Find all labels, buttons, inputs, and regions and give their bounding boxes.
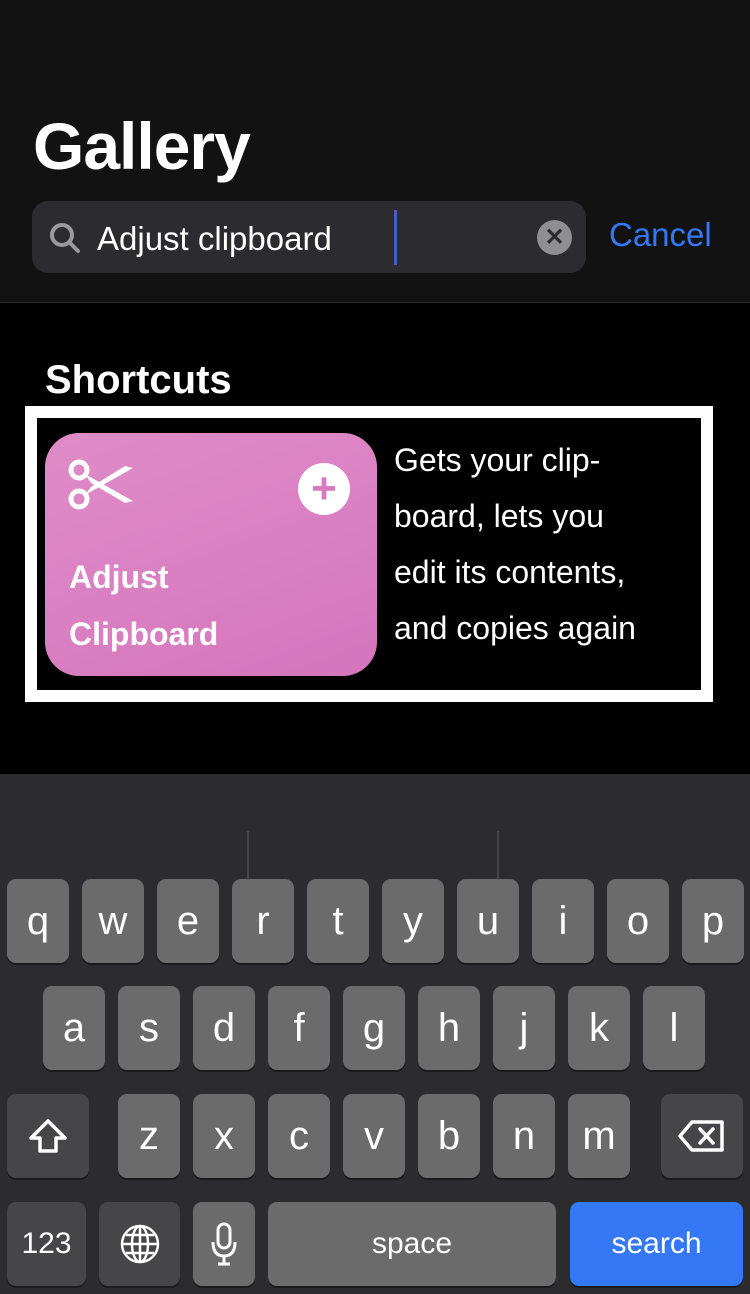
key-v[interactable]: v [343, 1094, 405, 1178]
shortcut-description: Gets your clip- board, lets you edit its… [394, 432, 694, 656]
shift-key[interactable] [7, 1094, 89, 1178]
shortcut-title: Adjust Clipboard [69, 549, 218, 663]
keyboard: 123 space search qwertyuiop asdfghjkl zxcv… [0, 774, 750, 1294]
delete-key[interactable] [661, 1094, 743, 1178]
key-b[interactable]: b [418, 1094, 480, 1178]
plus-icon[interactable]: + [298, 463, 350, 515]
key-d[interactable]: d [193, 986, 255, 1070]
key-z[interactable]: z [118, 1094, 180, 1178]
search-value[interactable]: Adjust clipboard [97, 220, 332, 258]
numbers-key[interactable]: 123 [7, 1202, 86, 1286]
clear-icon[interactable]: ✕ [537, 220, 572, 255]
microphone-icon [211, 1222, 237, 1266]
key-r[interactable]: r [232, 879, 294, 963]
key-e[interactable]: e [157, 879, 219, 963]
shortcut-title-line: Adjust [69, 559, 169, 595]
key-w[interactable]: w [82, 879, 144, 963]
dictation-key[interactable] [193, 1202, 255, 1286]
page-title: Gallery [33, 109, 251, 183]
key-s[interactable]: s [118, 986, 180, 1070]
cancel-button[interactable]: Cancel [609, 216, 712, 254]
suggestion-divider [497, 831, 499, 879]
key-h[interactable]: h [418, 986, 480, 1070]
text-caret [394, 210, 397, 265]
scissors-icon [68, 459, 133, 510]
key-j[interactable]: j [493, 986, 555, 1070]
backspace-icon [678, 1120, 724, 1152]
key-m[interactable]: m [568, 1094, 630, 1178]
description-line: and copies again [394, 610, 636, 646]
search-key[interactable]: search [570, 1202, 743, 1286]
description-line: edit its contents, [394, 554, 626, 590]
search-input[interactable]: Adjust clipboard ✕ [32, 201, 586, 273]
key-l[interactable]: l [643, 986, 705, 1070]
section-title: Shortcuts [45, 358, 232, 402]
globe-icon [120, 1224, 159, 1264]
description-line: board, lets you [394, 498, 604, 534]
key-t[interactable]: t [307, 879, 369, 963]
shortcut-title-line: Clipboard [69, 616, 219, 652]
description-line: Gets your clip- [394, 442, 601, 478]
key-k[interactable]: k [568, 986, 630, 1070]
key-q[interactable]: q [7, 879, 69, 963]
key-p[interactable]: p [682, 879, 744, 963]
shift-icon [29, 1119, 67, 1153]
key-g[interactable]: g [343, 986, 405, 1070]
key-o[interactable]: o [607, 879, 669, 963]
key-a[interactable]: a [43, 986, 105, 1070]
search-icon [50, 223, 80, 253]
key-y[interactable]: y [382, 879, 444, 963]
key-x[interactable]: x [193, 1094, 255, 1178]
key-c[interactable]: c [268, 1094, 330, 1178]
key-n[interactable]: n [493, 1094, 555, 1178]
globe-key[interactable] [99, 1202, 180, 1286]
space-key[interactable]: space [268, 1202, 556, 1286]
shortcut-card[interactable]: + Adjust Clipboard [45, 433, 377, 676]
header: Gallery Adjust clipboard ✕ Cancel [0, 0, 750, 303]
key-i[interactable]: i [532, 879, 594, 963]
key-u[interactable]: u [457, 879, 519, 963]
key-f[interactable]: f [268, 986, 330, 1070]
suggestion-divider [247, 831, 249, 879]
